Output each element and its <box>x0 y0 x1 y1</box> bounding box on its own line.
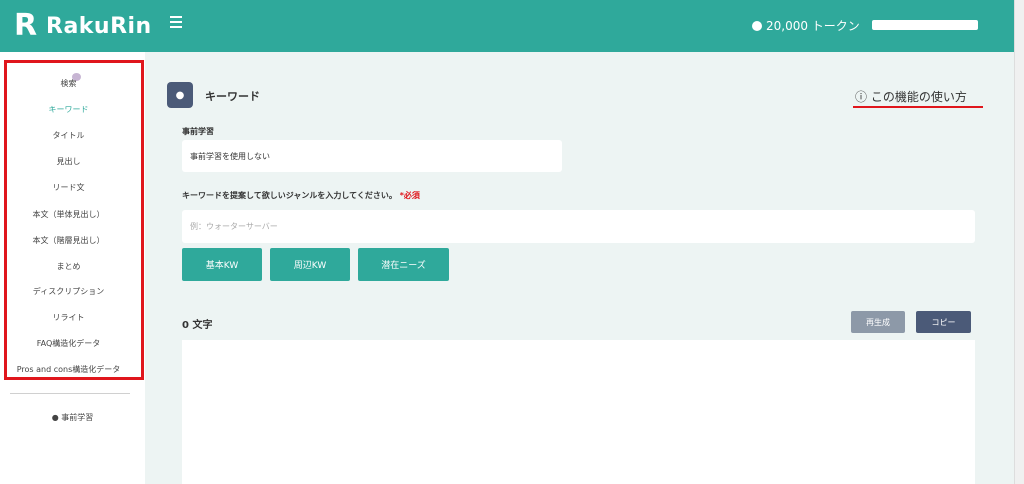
sidebar-item-5[interactable]: 本文（単体見出し） <box>0 209 137 220</box>
sidebar-item-0[interactable]: 検索 <box>0 78 137 89</box>
token-balance: 20,000 トークン <box>752 17 860 34</box>
keyword-label-text: キーワードを提案して欲しいジャンルを入力してください。 <box>182 191 397 200</box>
help-underline-annotation <box>853 106 983 108</box>
sidebar-item-10[interactable]: FAQ構造化データ <box>0 338 137 349</box>
sidebar-item-7[interactable]: まとめ <box>0 261 137 272</box>
main-content: ● キーワード ⓘ この機能の使い方 事前学習 事前学習を使用しない キーワード… <box>145 52 1014 484</box>
regenerate-button[interactable]: 再生成 <box>851 311 905 333</box>
sidebar-item-1[interactable]: キーワード <box>0 104 137 115</box>
latent-needs-button[interactable]: 潜在ニーズ <box>358 248 449 281</box>
copy-button[interactable]: コピー <box>916 311 971 333</box>
char-count: 0 文字 <box>182 320 213 331</box>
sidebar-item-label: 事前学習 <box>61 413 94 422</box>
sidebar: 検索キーワードタイトル見出しリード文本文（単体見出し） 本文（階層見出し） まとめデ… <box>0 52 145 484</box>
sidebar-item-4[interactable]: リード文 <box>0 182 137 193</box>
token-count: 20,000 トークン <box>766 19 860 33</box>
pretraining-select[interactable]: 事前学習を使用しない <box>182 140 562 172</box>
sidebar-item-11[interactable]: Pros and cons構造化データ <box>0 364 137 375</box>
logo-text: RakuRin <box>46 13 152 39</box>
output-textarea[interactable] <box>182 340 975 484</box>
keyword-label: キーワードを提案して欲しいジャンルを入力してください。 *必須 <box>182 190 420 201</box>
related-kw-button[interactable]: 周辺KW <box>270 248 350 281</box>
sidebar-divider <box>10 393 130 394</box>
page-scrollbar[interactable] <box>1014 0 1024 484</box>
chat-bubble-icon: ● <box>167 82 193 108</box>
help-link[interactable]: ⓘ この機能の使い方 <box>855 88 967 105</box>
top-header: R RakuRin 20,000 トークン <box>0 0 1024 52</box>
chat-icon: ● <box>51 413 62 422</box>
keyword-input[interactable]: 例：ウォーターサーバー <box>182 210 975 243</box>
coin-icon <box>752 20 762 31</box>
required-mark: *必須 <box>399 191 420 200</box>
hamburger-menu-icon[interactable] <box>170 16 182 28</box>
basic-kw-button[interactable]: 基本KW <box>182 248 262 281</box>
sidebar-item-pretraining[interactable]: ● 事前学習 <box>0 412 145 423</box>
help-link-label: この機能の使い方 <box>870 90 967 104</box>
sidebar-item-8[interactable]: ディスクリプション <box>0 286 137 297</box>
logo-mark: R <box>14 8 38 43</box>
pretraining-label: 事前学習 <box>182 127 214 136</box>
question-circle-icon: ⓘ <box>855 90 871 104</box>
user-name-redacted[interactable] <box>872 20 978 30</box>
sidebar-item-3[interactable]: 見出し <box>0 156 137 167</box>
app-logo[interactable]: R RakuRin <box>14 8 152 44</box>
sidebar-item-2[interactable]: タイトル <box>0 130 137 141</box>
page-title: キーワード <box>205 90 260 103</box>
sidebar-item-9[interactable]: リライト <box>0 312 137 323</box>
sidebar-item-6[interactable]: 本文（階層見出し） <box>0 235 137 246</box>
